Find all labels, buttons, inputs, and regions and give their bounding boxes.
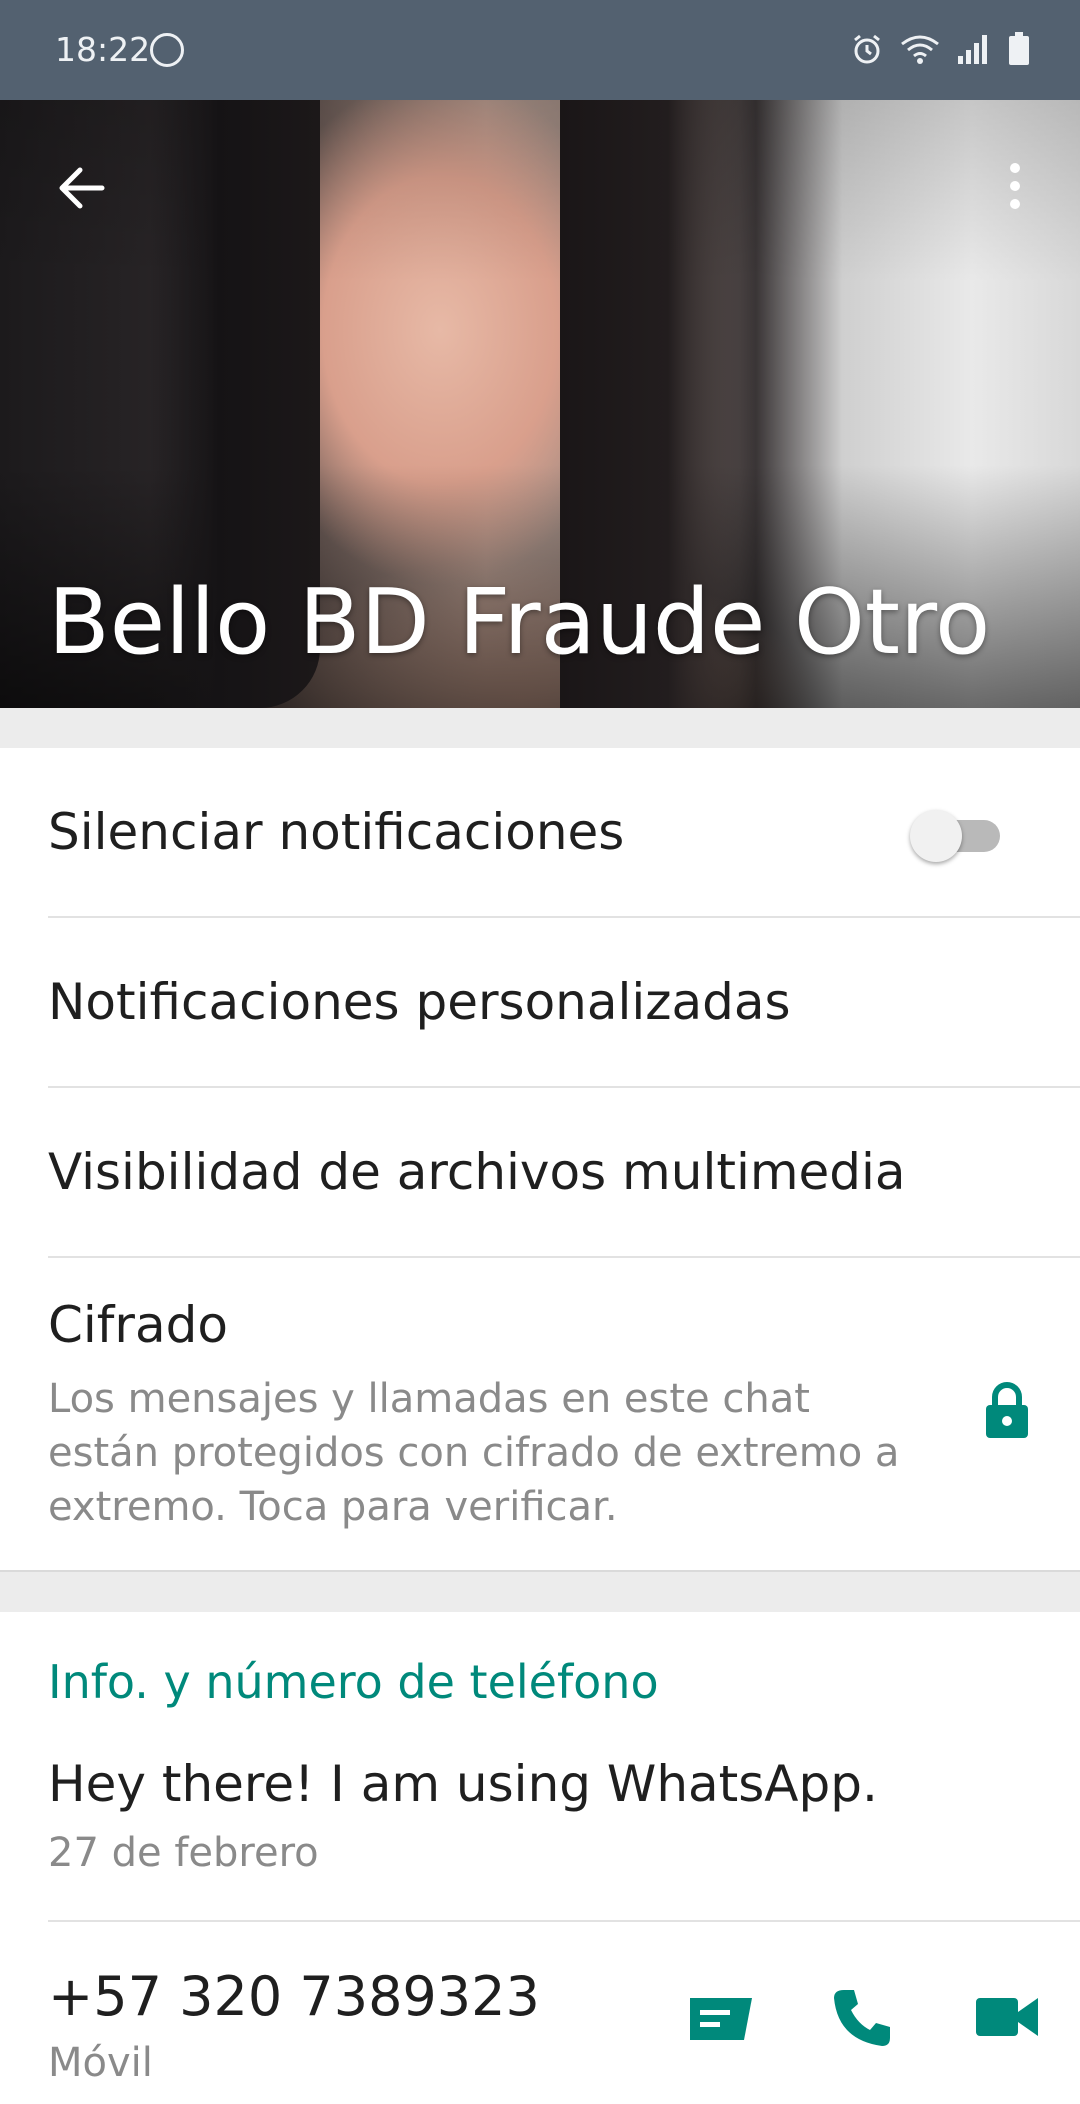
encryption-description: Los mensajes y llamadas en este chat est… — [48, 1376, 900, 1530]
phone-call-icon[interactable] — [830, 1986, 894, 2050]
info-section-title: Info. y número de teléfono — [48, 1655, 659, 1709]
signal-icon — [958, 35, 987, 64]
toggle-knob — [910, 810, 962, 862]
status-bar: 18:22 — [0, 0, 1080, 100]
video-call-icon[interactable] — [974, 1992, 1040, 2042]
about-date: 27 de febrero — [48, 1830, 319, 1876]
message-icon[interactable] — [686, 1992, 756, 2048]
contact-name: Bello BD Fraude Otro — [48, 570, 991, 675]
phone-number: +57 320 7389323 — [48, 1965, 540, 2028]
media-visibility-label: Visibilidad de archivos multimedia — [48, 1143, 906, 1201]
battery-icon — [1009, 32, 1029, 65]
custom-notifications-label: Notificaciones personalizadas — [48, 973, 791, 1031]
media-visibility-row[interactable]: Visibilidad de archivos multimedia — [0, 1088, 1080, 1256]
arrow-back-icon[interactable] — [52, 158, 112, 218]
alarm-icon — [854, 34, 880, 64]
phone-type: Móvil — [48, 2040, 153, 2086]
more-vertical-icon[interactable] — [995, 158, 1035, 218]
custom-notifications-row[interactable]: Notificaciones personalizadas — [0, 918, 1080, 1086]
running-icon — [150, 33, 184, 67]
about-text: Hey there! I am using WhatsApp. — [48, 1755, 878, 1813]
status-icons — [850, 32, 1030, 66]
mute-notifications-label: Silenciar notificaciones — [48, 803, 625, 861]
mute-toggle[interactable] — [910, 808, 1010, 862]
status-time: 18:22 — [55, 30, 151, 69]
wifi-icon — [901, 35, 939, 64]
encryption-title: Cifrado — [48, 1296, 228, 1354]
lock-icon — [986, 1382, 1028, 1438]
section-gap — [0, 708, 1080, 748]
about-row[interactable] — [0, 1720, 1080, 1920]
section-gap — [0, 1570, 1080, 1612]
contact-photo-header[interactable]: Bello BD Fraude Otro — [0, 100, 1080, 708]
